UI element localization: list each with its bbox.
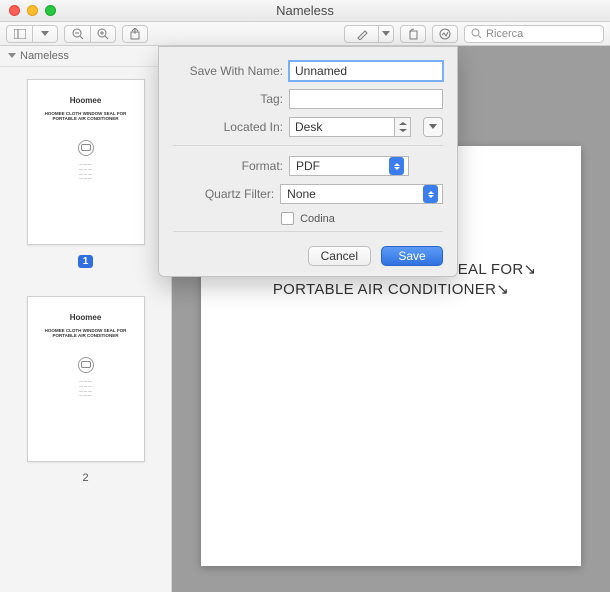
markup-toolbar-button[interactable] xyxy=(432,25,458,43)
thumbnail-list: Hoomee HOOMEE CLOTH WINDOW SEAL FOR PORT… xyxy=(0,67,171,592)
toolbar: Ricerca xyxy=(0,22,610,46)
cancel-button[interactable]: Cancel xyxy=(308,246,371,266)
thumb-subtitle: HOOMEE CLOTH WINDOW SEAL FOR PORTABLE AI… xyxy=(36,328,136,339)
thumb-brand: Hoomee xyxy=(36,96,136,105)
divider xyxy=(173,145,443,146)
search-placeholder: Ricerca xyxy=(486,28,523,40)
rotate-button[interactable] xyxy=(400,25,426,43)
location-dropdown-icon[interactable] xyxy=(395,117,411,137)
save-sheet: Save With Name: Tag: Located In: Format:… xyxy=(158,46,458,277)
view-dropdown-button[interactable] xyxy=(32,25,58,43)
divider xyxy=(173,231,443,232)
markup-group xyxy=(344,25,394,43)
thumbnail-page-2[interactable]: Hoomee HOOMEE CLOTH WINDOW SEAL FOR PORT… xyxy=(27,296,145,484)
sidebar-toggle-button[interactable] xyxy=(6,25,32,43)
quartz-filter-popup[interactable]: None xyxy=(280,184,443,204)
search-field[interactable]: Ricerca xyxy=(464,25,604,43)
thumb-icon xyxy=(78,140,94,156)
tag-label: Tag: xyxy=(173,92,283,106)
thumb-subtitle: HOOMEE CLOTH WINDOW SEAL FOR PORTABLE AI… xyxy=(36,111,136,122)
save-name-label: Save With Name: xyxy=(173,64,283,78)
thumbnail-page-1[interactable]: Hoomee HOOMEE CLOTH WINDOW SEAL FOR PORT… xyxy=(27,79,145,268)
zoom-in-button[interactable] xyxy=(90,25,116,43)
quartz-filter-label: Quartz Filter: xyxy=(173,187,274,201)
sidebar-header[interactable]: Nameless xyxy=(0,46,171,67)
location-label: Located In: xyxy=(173,120,283,134)
tag-input[interactable] xyxy=(289,89,443,109)
popup-arrows-icon xyxy=(389,157,404,175)
page-number-badge: 1 xyxy=(78,255,94,268)
thumbnails-sidebar: Nameless Hoomee HOOMEE CLOTH WINDOW SEAL… xyxy=(0,46,172,592)
search-icon xyxy=(471,28,482,39)
window-title: Nameless xyxy=(0,3,610,18)
expand-location-button[interactable] xyxy=(423,117,443,137)
annotate-dropdown-button[interactable] xyxy=(378,25,394,43)
thumb-text: — — —— — —— — —— — — xyxy=(36,379,136,399)
location-combo[interactable] xyxy=(289,117,395,137)
page-number: 2 xyxy=(27,472,145,484)
save-name-input[interactable] xyxy=(289,61,443,81)
titlebar: Nameless xyxy=(0,0,610,22)
sidebar-title: Nameless xyxy=(20,50,69,62)
format-label: Format: xyxy=(173,159,283,173)
thumb-icon xyxy=(78,357,94,373)
thumb-brand: Hoomee xyxy=(36,313,136,322)
encrypt-label: Codina xyxy=(300,213,335,225)
save-button[interactable]: Save xyxy=(381,246,443,266)
quartz-filter-value: None xyxy=(287,187,316,201)
format-value: PDF xyxy=(296,159,320,173)
popup-arrows-icon xyxy=(423,185,438,203)
encrypt-checkbox[interactable] xyxy=(281,212,294,225)
share-button[interactable] xyxy=(122,25,148,43)
format-popup[interactable]: PDF xyxy=(289,156,409,176)
annotate-button[interactable] xyxy=(344,25,378,43)
chevron-down-icon xyxy=(8,53,16,59)
view-mode-group xyxy=(6,25,58,43)
zoom-group xyxy=(64,25,116,43)
thumb-text: — — —— — —— — —— — — xyxy=(36,162,136,182)
zoom-out-button[interactable] xyxy=(64,25,90,43)
